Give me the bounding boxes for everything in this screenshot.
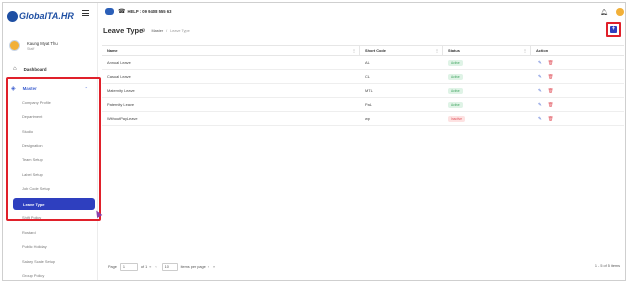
status-badge: Active (448, 59, 463, 66)
globe-icon (7, 10, 18, 22)
column-header-action: Action (536, 48, 549, 53)
cell-name: Maternity Leave (107, 88, 135, 93)
items-per-page-label: items per page (180, 265, 206, 269)
next-page-button[interactable]: › (208, 265, 209, 269)
delete-icon[interactable]: 🗑︎ (548, 60, 554, 66)
delete-icon[interactable]: 🗑︎ (548, 102, 554, 108)
page-number-input[interactable]: 1 (119, 263, 138, 271)
home-icon: ⌂ (13, 66, 17, 72)
delete-icon[interactable]: 🗑︎ (548, 88, 554, 94)
add-button[interactable]: + (610, 26, 617, 33)
help-contact[interactable]: ☎ HELP : 09 9408 555 63 (105, 8, 171, 15)
cell-name: Annual Leave (107, 60, 131, 65)
cell-name: Casual Leave (107, 74, 131, 79)
status-badge: Active (448, 87, 463, 94)
sidebar-item-rostard[interactable]: Rostard (22, 230, 36, 235)
pagination: Page 1 of 1 « ‹ 10 items per page › » 1 … (102, 261, 624, 273)
logo-suffix: TA.HR (47, 11, 74, 21)
cell-name: WithoutPayLeave (107, 116, 138, 121)
cell-action: ✎ 🗑︎ (531, 98, 624, 111)
help-text: HELP : 09 9408 555 63 (127, 9, 172, 14)
column-header-status[interactable]: Status ⋮ (443, 46, 531, 55)
delete-icon[interactable]: 🗑︎ (548, 74, 554, 80)
edit-icon[interactable]: ✎ (538, 60, 542, 66)
cell-action: ✎ 🗑︎ (531, 84, 624, 97)
app-window: Global TA.HR Kaung Myat Thu Staff ⌂ Dash… (2, 2, 626, 281)
highlight-add-button: + (606, 22, 621, 37)
table-row: Annual Leave AL Active ✎ 🗑︎ (102, 56, 624, 70)
pagination-summary: 1 - 5 of 5 items (594, 264, 620, 268)
app-logo[interactable]: Global TA.HR (7, 8, 74, 24)
table-row: Paternity Leave PaL Active ✎ 🗑︎ (102, 98, 624, 112)
logo-main: Global (19, 11, 48, 21)
first-page-button[interactable]: « (149, 265, 151, 269)
delete-icon[interactable]: 🗑︎ (548, 116, 554, 122)
cell-status: Inactive (443, 112, 531, 125)
gear-icon: ⚙ (141, 28, 146, 34)
cell-code: MTL (365, 88, 373, 93)
table-row: Maternity Leave MTL Active ✎ 🗑︎ (102, 84, 624, 98)
sidebar-item-salary-scale-setup[interactable]: Salary Scale Setup (22, 259, 55, 264)
column-menu-icon[interactable]: ⋮ (435, 48, 442, 53)
column-menu-icon[interactable]: ⋮ (352, 48, 359, 53)
table-row: WithoutPayLeave wp Inactive ✎ 🗑︎ (102, 112, 624, 126)
page-label: Page (108, 265, 117, 269)
edit-icon[interactable]: ✎ (538, 88, 542, 94)
breadcrumb: ⚙ Master / Leave Type (141, 28, 190, 34)
bell-icon[interactable]: 🔔︎ (600, 9, 608, 16)
flag-icon[interactable] (105, 8, 114, 15)
cell-status: Active (443, 70, 531, 83)
cell-code: PaL (365, 102, 372, 107)
edit-icon[interactable]: ✎ (538, 102, 542, 108)
sidebar-item-public-holiday[interactable]: Public Holiday (22, 244, 47, 249)
cell-status: Active (443, 56, 531, 69)
top-bar: ☎ HELP : 09 9408 555 63 🔔︎ (99, 3, 625, 21)
page-of-label: of 1 (140, 265, 148, 269)
column-header-name[interactable]: Name ⋮ (102, 46, 360, 55)
cell-name: Paternity Leave (107, 102, 135, 107)
status-badge: Active (448, 101, 463, 108)
cell-code: AL (365, 60, 370, 65)
cell-status: Active (443, 98, 531, 111)
menu-toggle-icon[interactable] (82, 10, 89, 16)
sidebar-item-label: Dashboard (23, 66, 47, 72)
column-menu-icon[interactable]: ⋮ (523, 48, 530, 53)
user-profile[interactable]: Kaung Myat Thu Staff (9, 40, 58, 51)
edit-icon[interactable]: ✎ (538, 74, 542, 80)
highlight-master-section (6, 77, 101, 221)
sidebar-item-dashboard[interactable]: ⌂ Dashboard (13, 66, 47, 72)
breadcrumb-separator: / (166, 29, 168, 33)
cell-code: CL (365, 74, 370, 79)
edit-icon[interactable]: ✎ (538, 116, 542, 122)
avatar (9, 40, 20, 51)
table-row: Casual Leave CL Active ✎ 🗑︎ (102, 70, 624, 84)
page-title: Leave Type (103, 26, 144, 35)
table-header: Name ⋮ Short Code ⋮ Status ⋮ Action (102, 45, 624, 56)
prev-page-button[interactable]: ‹ (155, 265, 156, 269)
cell-action: ✎ 🗑︎ (531, 112, 624, 125)
column-header-short-code[interactable]: Short Code ⋮ (360, 46, 443, 55)
last-page-button[interactable]: » (213, 265, 215, 269)
leave-type-table: Name ⋮ Short Code ⋮ Status ⋮ Action Annual … (102, 45, 624, 126)
page-size-select[interactable]: 10 (161, 263, 178, 271)
cell-code: wp (365, 116, 370, 121)
cell-status: Active (443, 84, 531, 97)
cell-action: ✎ 🗑︎ (531, 56, 624, 69)
status-badge: Inactive (448, 115, 465, 122)
sidebar-item-group-policy[interactable]: Group Policy (22, 273, 44, 278)
cell-action: ✎ 🗑︎ (531, 70, 624, 83)
phone-icon: ☎ (118, 9, 126, 15)
avatar[interactable] (616, 8, 624, 16)
user-name: Kaung Myat Thu (27, 40, 58, 46)
user-role: Staff (27, 46, 35, 51)
status-badge: Active (448, 73, 463, 80)
breadcrumb-current: Leave Type (170, 29, 190, 33)
breadcrumb-master[interactable]: Master (151, 29, 163, 33)
